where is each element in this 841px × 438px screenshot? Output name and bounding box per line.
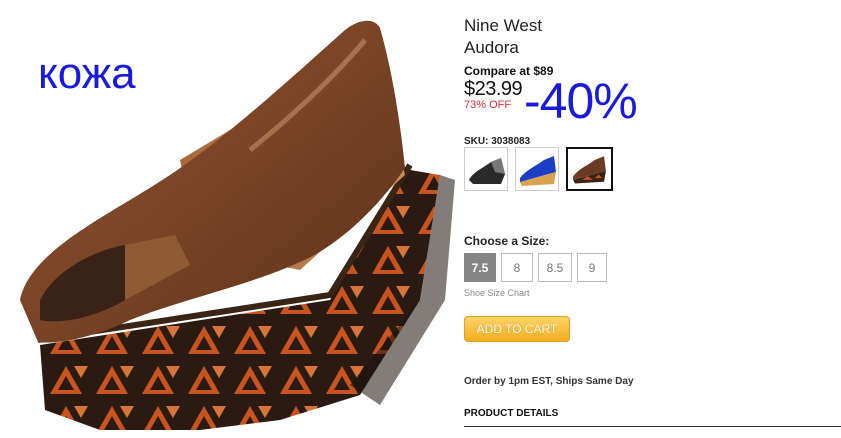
size-label: Choose a Size: [464,234,550,248]
size-option-9[interactable]: 9 [577,253,607,282]
product-model: Audora [464,38,519,57]
discount-percent: 73% OFF [464,99,512,111]
shoe-black-icon [469,158,505,184]
swatch-blue[interactable] [515,147,559,191]
details-divider [464,426,841,427]
swatch-black[interactable] [464,147,508,191]
shoe-brown-icon [573,156,606,184]
size-option-8-5[interactable]: 8.5 [538,253,572,282]
add-to-cart-button[interactable]: ADD TO CART [464,316,570,342]
product-details-tab[interactable]: PRODUCT DETAILS [464,408,558,419]
discount-overlay-text: -40% [524,73,638,129]
shipping-note: Order by 1pm EST, Ships Same Day [464,376,634,387]
sku-label: SKU: 3038083 [464,136,531,147]
leather-overlay-text: кожа [38,49,136,98]
size-option-7-5[interactable]: 7.5 [464,253,496,282]
size-chart-link[interactable]: Shoe Size Chart [464,288,530,298]
swatch-brown[interactable] [566,147,613,191]
sale-price: $23.99 [464,78,523,100]
product-brand: Nine West [464,16,543,35]
shoe-blue-icon [520,156,556,186]
size-option-8[interactable]: 8 [501,253,533,282]
